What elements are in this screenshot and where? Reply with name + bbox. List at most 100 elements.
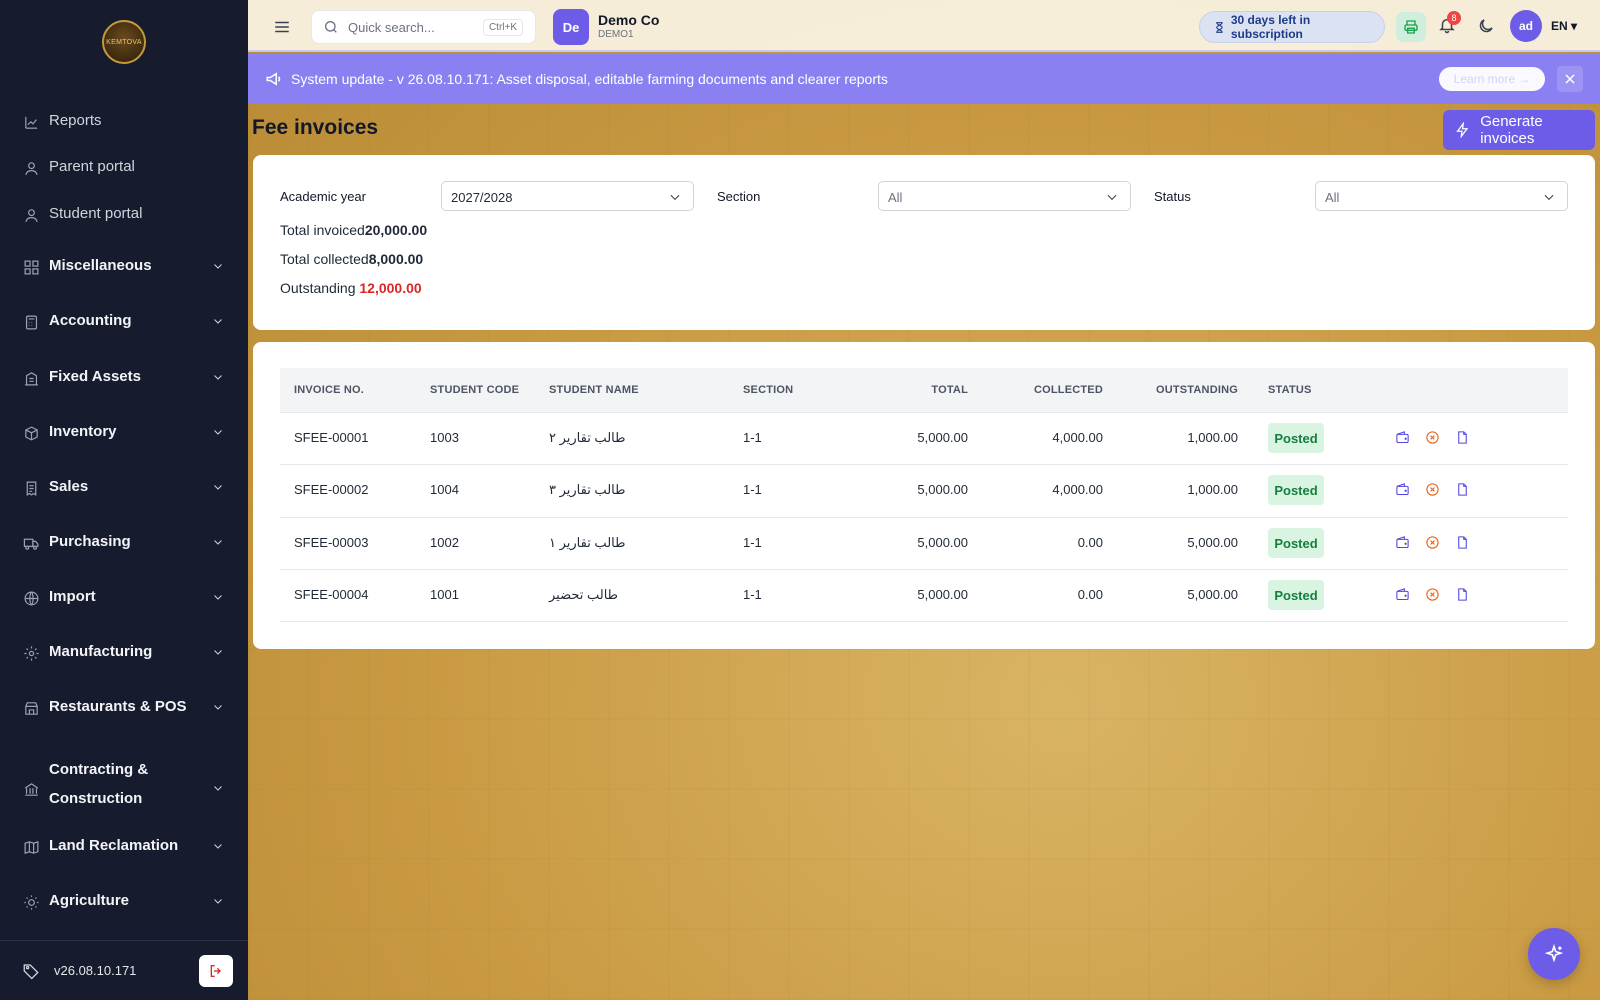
sidebar-item-label: Sales	[49, 478, 89, 495]
wallet-icon[interactable]	[1395, 430, 1411, 446]
academic-year-label: Academic year	[280, 189, 366, 204]
cell-collected: 0.00	[1077, 535, 1103, 550]
sidebar-item-contracting[interactable]: Contracting & Construction	[0, 761, 248, 807]
close-icon	[1565, 74, 1575, 84]
wallet-icon[interactable]	[1395, 535, 1411, 551]
sidebar-item-accounting[interactable]: Accounting	[0, 310, 248, 334]
chevron-down-icon	[212, 370, 226, 384]
search-placeholder: Quick search...	[348, 20, 435, 35]
wallet-icon[interactable]	[1395, 587, 1411, 603]
print-button[interactable]	[1396, 12, 1426, 42]
sidebar-item-reports[interactable]: Reports	[0, 110, 248, 134]
cell-outstanding: 1,000.00	[1187, 482, 1238, 497]
sidebar-item-label: Purchasing	[49, 533, 131, 550]
academic-year-value: 2027/2028	[451, 190, 513, 205]
search-icon	[323, 19, 339, 38]
lightning-icon	[1456, 122, 1469, 138]
sidebar-item-inventory[interactable]: Inventory	[0, 421, 248, 445]
sidebar-item-student-portal[interactable]: Student portal	[0, 203, 248, 227]
notifications-button[interactable]: 8	[1438, 11, 1461, 37]
cancel-circle-icon[interactable]	[1425, 535, 1441, 551]
subscription-status-pill[interactable]: 30 days left in subscription	[1199, 11, 1385, 43]
column-header-student-name[interactable]: STUDENT NAME	[549, 384, 639, 396]
chevron-down-icon	[212, 425, 226, 439]
cell-section: 1-1	[743, 535, 762, 550]
total-collected-value: 8,000.00	[368, 251, 424, 267]
sidebar-item-fixed-assets[interactable]: Fixed Assets	[0, 366, 248, 390]
sidebar-item-manufacturing[interactable]: Manufacturing	[0, 641, 248, 665]
chevron-down-icon	[212, 314, 226, 328]
column-header-status[interactable]: STATUS	[1268, 384, 1312, 396]
company-logo[interactable]: KEMTOVA	[102, 20, 146, 64]
status-select[interactable]: All	[1315, 181, 1568, 211]
status-badge: Posted	[1268, 475, 1324, 505]
total-invoiced: Total invoiced20,000.00	[280, 222, 427, 238]
cell-outstanding: 5,000.00	[1187, 535, 1238, 550]
section-select[interactable]: All	[878, 181, 1131, 211]
document-icon[interactable]	[1455, 482, 1471, 498]
learn-more-button[interactable]: Learn more →	[1439, 67, 1545, 91]
document-icon[interactable]	[1455, 587, 1471, 603]
section-label: Section	[717, 189, 761, 204]
total-collected-label: Total collected	[280, 251, 369, 267]
sidebar-item-agriculture[interactable]: Agriculture	[0, 890, 248, 914]
cancel-circle-icon[interactable]	[1425, 482, 1441, 498]
theme-toggle-button[interactable]	[1477, 17, 1495, 38]
sidebar-item-purchasing[interactable]: Purchasing	[0, 531, 248, 555]
total-invoiced-label: Total invoiced	[280, 222, 365, 238]
column-header-student-code[interactable]: STUDENT CODE	[430, 384, 519, 396]
status-badge: Posted	[1268, 528, 1324, 558]
logout-button[interactable]	[199, 955, 233, 987]
grid-icon	[22, 258, 40, 276]
sidebar-item-label: Student portal	[49, 205, 143, 222]
user-avatar[interactable]: ad	[1510, 10, 1542, 42]
banner-close-button[interactable]	[1557, 66, 1583, 92]
logo-text: KEMTOVA	[106, 38, 142, 46]
cell-name: طالب تقارير ٢	[549, 430, 626, 445]
table-divider	[280, 621, 1568, 622]
chevron-down-icon	[212, 781, 226, 795]
chevron-down-icon	[212, 259, 226, 273]
column-header-outstanding[interactable]: OUTSTANDING	[1098, 384, 1238, 396]
chevron-down-icon	[212, 839, 226, 853]
truck-icon	[22, 534, 40, 552]
quick-search-input[interactable]: Quick search... Ctrl+K	[311, 10, 536, 44]
chevron-down-icon	[212, 894, 226, 908]
hamburger-icon	[275, 21, 289, 33]
gear-icon	[22, 644, 40, 662]
column-header-collected[interactable]: COLLECTED	[963, 384, 1103, 396]
tag-icon	[22, 962, 40, 983]
notification-count-badge: 8	[1447, 11, 1461, 25]
company-name[interactable]: Demo Co	[598, 12, 659, 28]
page-title: Fee invoices	[252, 116, 379, 139]
academic-year-select[interactable]: 2027/2028	[441, 181, 694, 211]
sidebar-item-land-reclamation[interactable]: Land Reclamation	[0, 835, 248, 859]
status-value: All	[1325, 190, 1340, 205]
sidebar-item-miscellaneous[interactable]: Miscellaneous	[0, 255, 248, 279]
hourglass-icon	[1216, 21, 1223, 33]
ai-assistant-button[interactable]	[1528, 928, 1580, 980]
generate-invoices-button[interactable]: Generate invoices	[1443, 110, 1595, 150]
cancel-circle-icon[interactable]	[1425, 587, 1441, 603]
cell-total: 5,000.00	[917, 430, 968, 445]
document-icon[interactable]	[1455, 430, 1471, 446]
menu-toggle-button[interactable]	[273, 18, 293, 34]
sidebar-item-parent-portal[interactable]: Parent portal	[0, 156, 248, 180]
table-divider	[280, 517, 1568, 518]
sidebar-item-import[interactable]: Import	[0, 586, 248, 610]
cell-total: 5,000.00	[917, 587, 968, 602]
cell-invoice: SFEE-00004	[294, 587, 369, 602]
document-icon[interactable]	[1455, 535, 1471, 551]
wallet-icon[interactable]	[1395, 482, 1411, 498]
cancel-circle-icon[interactable]	[1425, 430, 1441, 446]
company-avatar[interactable]: De	[553, 9, 589, 45]
sidebar: KEMTOVA Reports Parent portal Student port…	[0, 0, 248, 1000]
sidebar-item-restaurants-pos[interactable]: Restaurants & POS	[0, 696, 248, 720]
column-header-total[interactable]: TOTAL	[828, 384, 968, 396]
language-selector[interactable]: EN ▾	[1551, 19, 1577, 33]
sidebar-item-label: Parent portal	[49, 158, 135, 175]
sidebar-item-sales[interactable]: Sales	[0, 476, 248, 500]
column-header-invoice-no[interactable]: INVOICE NO.	[294, 384, 364, 396]
status-badge: Posted	[1268, 580, 1324, 610]
column-header-section[interactable]: SECTION	[743, 384, 793, 396]
